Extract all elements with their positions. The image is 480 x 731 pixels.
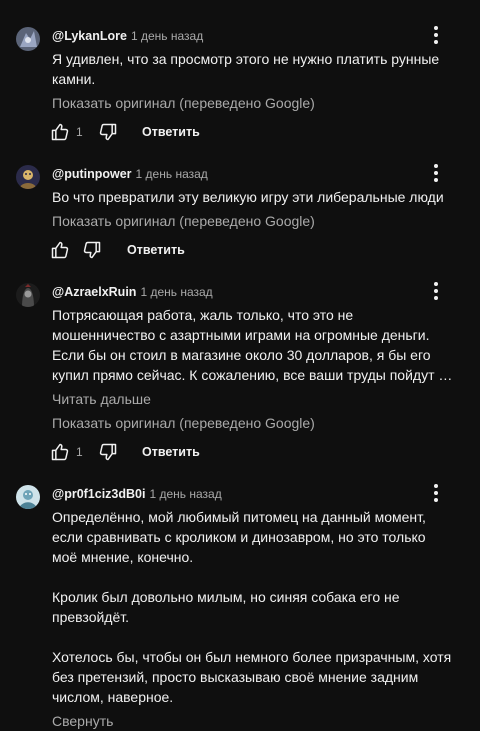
reply-button[interactable]: Ответить <box>127 242 185 258</box>
like-count: 1 <box>76 445 83 459</box>
comment-line: Я удивлен, что за просмотр этого не нужн… <box>52 51 440 67</box>
comment-line: камни. <box>52 71 96 87</box>
more-options-icon[interactable] <box>426 281 446 301</box>
avatar[interactable] <box>16 283 40 307</box>
comment-time[interactable]: 1 день назад <box>131 29 203 43</box>
like-icon[interactable] <box>50 122 70 142</box>
comment-text: Потрясающая работа, жаль только, что это… <box>52 305 464 385</box>
dislike-icon[interactable] <box>82 240 102 260</box>
comment-line: моё мнение, конечно. <box>52 549 194 565</box>
comment-header: @AzraelxRuin 1 день назад <box>52 283 213 301</box>
more-options-icon[interactable] <box>426 25 446 45</box>
comment-text: Определённо, мой любимый питомец на данн… <box>52 507 464 707</box>
show-original-link[interactable]: Показать оригинал (переведено Google) <box>52 93 315 113</box>
comment-line: Определённо, мой любимый питомец на данн… <box>52 509 426 525</box>
like-icon[interactable] <box>50 240 70 260</box>
comment-text: Я удивлен, что за просмотр этого не нужн… <box>52 49 464 89</box>
avatar[interactable] <box>16 165 40 189</box>
like-icon[interactable] <box>50 442 70 462</box>
avatar[interactable] <box>16 27 40 51</box>
like-count: 1 <box>76 125 83 139</box>
comment-header: @LykanLore 1 день назад <box>52 27 203 45</box>
dislike-icon[interactable] <box>98 122 118 142</box>
show-original-link[interactable]: Показать оригинал (переведено Google) <box>52 211 315 231</box>
reply-button[interactable]: Ответить <box>142 444 200 460</box>
collapse-link[interactable]: Свернуть <box>52 711 113 731</box>
comment-text: Во что превратили эту великую игру эти л… <box>52 187 464 207</box>
more-options-icon[interactable] <box>426 163 446 183</box>
comment-time[interactable]: 1 день назад <box>140 285 212 299</box>
comment-line: если сравнивать с кроликом и динозавром,… <box>52 529 426 545</box>
comment-time[interactable]: 1 день назад <box>149 487 221 501</box>
more-options-icon[interactable] <box>426 483 446 503</box>
show-original-link[interactable]: Показать оригинал (переведено Google) <box>52 413 315 433</box>
comment-line: мошенничество с азартными играми на огро… <box>52 327 430 343</box>
comment-line: Потрясающая работа, жаль только, что это… <box>52 307 354 323</box>
comment-line: Во что превратили эту великую игру эти л… <box>52 189 444 205</box>
read-more-link[interactable]: Читать дальше <box>52 389 151 409</box>
reply-button[interactable]: Ответить <box>142 124 200 140</box>
author-name[interactable]: @LykanLore <box>52 29 127 43</box>
comment-header: @pr0f1ciz3dB0i 1 день назад <box>52 485 222 503</box>
comment-line: Хотелось бы, чтобы он был немного более … <box>52 649 452 665</box>
author-name[interactable]: @putinpower <box>52 167 132 181</box>
comment-line: Если бы он стоил в магазине около 30 дол… <box>52 347 431 363</box>
comment-line: купил прямо сейчас. К сожалению, все ваш… <box>52 367 453 383</box>
comment-line: без претензий, просто высказываю своё мн… <box>52 669 419 685</box>
author-name[interactable]: @pr0f1ciz3dB0i <box>52 487 145 501</box>
comment-header: @putinpower 1 день назад <box>52 165 208 183</box>
comment-line: превзойдёт. <box>52 609 130 625</box>
comment-time[interactable]: 1 день назад <box>136 167 208 181</box>
avatar[interactable] <box>16 485 40 509</box>
comment-line: числом, наверное. <box>52 689 174 705</box>
comment-line: Кролик был довольно милым, но синяя соба… <box>52 589 400 605</box>
dislike-icon[interactable] <box>98 442 118 462</box>
author-name[interactable]: @AzraelxRuin <box>52 285 136 299</box>
